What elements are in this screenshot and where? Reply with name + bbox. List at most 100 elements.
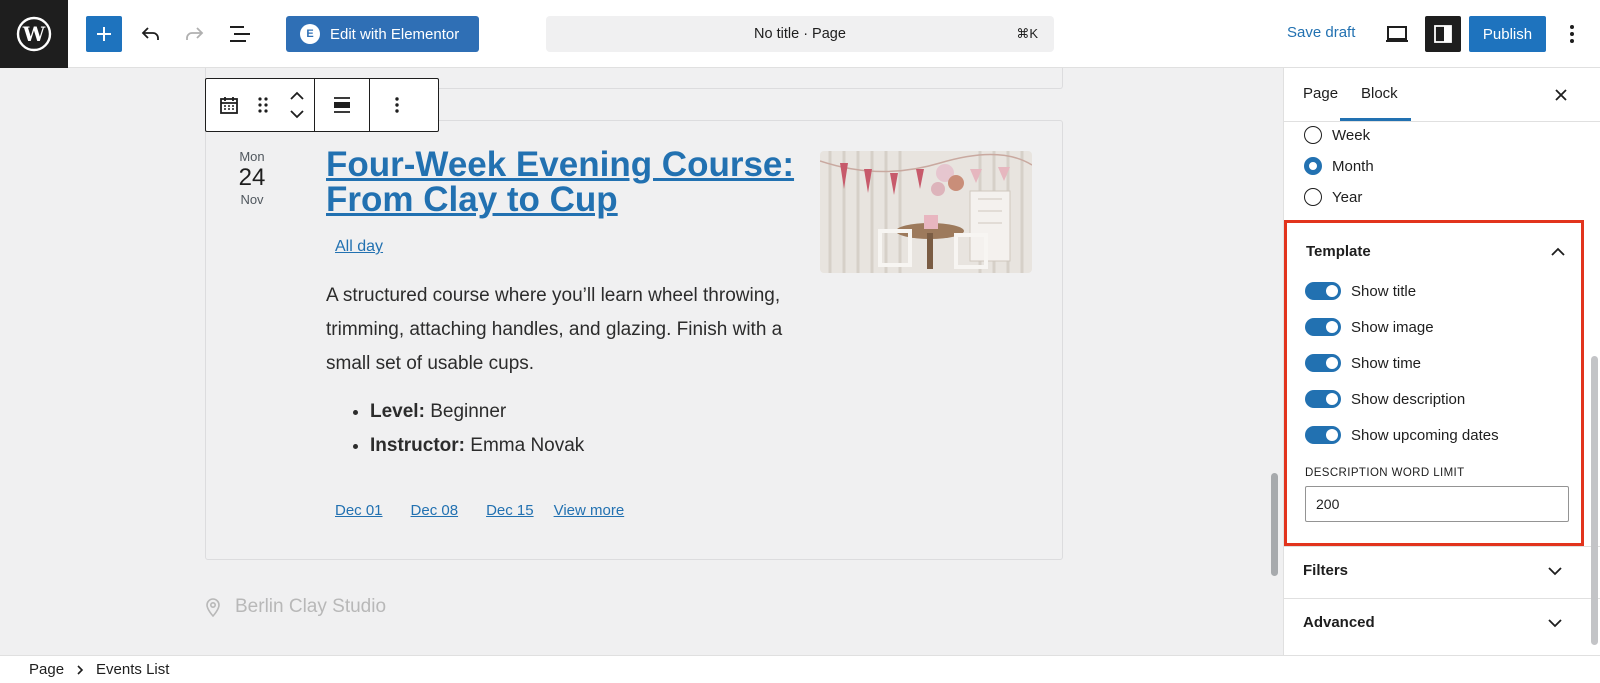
event-description: A structured course where you’ll learn w…	[326, 285, 783, 374]
detail-value: Emma Novak	[465, 435, 585, 456]
toggle-label: Show description	[1351, 390, 1466, 408]
toggle-show-description[interactable]: Show description	[1305, 390, 1465, 408]
event-card[interactable]: Mon 24 Nov Four-Week Evening Course: Fro…	[205, 120, 1063, 560]
breadcrumb-item-page[interactable]: Page	[29, 661, 64, 678]
radio-week[interactable]: Week	[1304, 126, 1370, 144]
block-toolbar	[205, 78, 439, 132]
event-time-link[interactable]: All day	[335, 238, 383, 256]
desktop-preview-icon	[1386, 26, 1408, 42]
radio-label: Month	[1332, 157, 1374, 175]
toggle-label: Show image	[1351, 318, 1434, 336]
event-day-of-week: Mon	[239, 149, 265, 164]
detail-value: Beginner	[424, 401, 507, 422]
word-limit-input[interactable]: 200	[1305, 486, 1569, 522]
sidebar-tabs: Page Block	[1284, 68, 1600, 122]
toggle-switch[interactable]	[1305, 318, 1341, 336]
drag-handle-icon[interactable]	[246, 79, 280, 131]
close-sidebar-button[interactable]	[1547, 81, 1575, 109]
document-title: No title · Page	[754, 26, 846, 42]
move-up-icon[interactable]	[289, 91, 305, 101]
chevron-down-icon[interactable]	[1546, 614, 1564, 632]
detail-label: Instructor:	[370, 435, 465, 456]
settings-sidebar-icon	[1434, 25, 1452, 43]
radio-year[interactable]: Year	[1304, 188, 1362, 206]
toggle-show-title[interactable]: Show title	[1305, 282, 1416, 300]
svg-text:W: W	[22, 22, 46, 46]
template-panel: Template Show title Show image Show time…	[1284, 220, 1584, 546]
editor-top-bar: W E Edit with Elementor No title · Page …	[0, 0, 1600, 68]
toggle-show-upcoming-dates[interactable]: Show upcoming dates	[1305, 426, 1499, 444]
command-palette-bar[interactable]: No title · Page ⌘K	[546, 16, 1054, 52]
preview-button[interactable]	[1379, 16, 1415, 52]
move-controls	[280, 79, 314, 131]
chevron-down-icon[interactable]	[1546, 562, 1564, 580]
more-vertical-icon	[1570, 25, 1574, 43]
undo-icon	[141, 27, 159, 40]
radio-button[interactable]	[1304, 157, 1322, 175]
document-overview-button[interactable]	[222, 16, 258, 52]
add-block-button[interactable]	[86, 16, 122, 52]
location-pin-icon	[206, 598, 220, 617]
view-more-link[interactable]: View more	[554, 502, 625, 519]
radio-month[interactable]: Month	[1304, 157, 1374, 175]
event-day: 24	[238, 164, 266, 191]
event-location-label: Berlin Clay Studio	[235, 596, 387, 617]
word-limit-label: DESCRIPTION WORD LIMIT	[1305, 467, 1465, 479]
toggle-switch[interactable]	[1305, 282, 1341, 300]
upcoming-date-link[interactable]: Dec 01	[335, 502, 383, 519]
publish-button[interactable]: Publish	[1469, 16, 1546, 52]
redo-button[interactable]	[176, 16, 212, 52]
radio-button[interactable]	[1304, 188, 1322, 206]
edit-with-elementor-label: Edit with Elementor	[330, 25, 460, 43]
edit-with-elementor-button[interactable]: E Edit with Elementor	[286, 16, 479, 52]
toggle-switch[interactable]	[1305, 390, 1341, 408]
panel-divider	[1284, 598, 1600, 599]
event-title-link[interactable]: Four-Week Evening Course: From Clay to C…	[326, 147, 806, 217]
canvas-scrollbar[interactable]	[1271, 473, 1278, 576]
tab-page[interactable]: Page	[1303, 85, 1338, 102]
toggle-show-time[interactable]: Show time	[1305, 354, 1421, 372]
event-month: Nov	[240, 192, 264, 207]
toggle-show-image[interactable]: Show image	[1305, 318, 1434, 336]
plus-icon	[97, 27, 111, 41]
chevron-up-icon[interactable]	[1549, 242, 1567, 260]
block-toolbar-group-main	[206, 79, 315, 131]
sidebar-scrollbar[interactable]	[1591, 356, 1598, 645]
event-details-list: Level: Beginner Instructor: Emma Novak	[352, 395, 584, 463]
move-down-icon[interactable]	[289, 109, 305, 119]
event-date: Mon 24 Nov	[226, 149, 278, 207]
breadcrumb-item-events-list[interactable]: Events List	[96, 661, 169, 678]
close-icon	[1555, 89, 1567, 101]
block-toolbar-group-align	[315, 79, 370, 131]
tab-block[interactable]: Block	[1361, 85, 1398, 102]
list-view-icon	[230, 26, 250, 42]
settings-sidebar: Page Block Week Month Year Template Show…	[1283, 68, 1600, 655]
radio-label: Week	[1332, 126, 1371, 144]
toggle-switch[interactable]	[1305, 354, 1341, 372]
block-toolbar-group-options	[370, 79, 424, 131]
radio-label: Year	[1332, 188, 1363, 206]
settings-button[interactable]	[1425, 16, 1461, 52]
upcoming-dates: Dec 01 Dec 08 Dec 15 View more	[335, 502, 624, 519]
upcoming-date-link[interactable]: Dec 15	[486, 502, 534, 519]
elementor-icon: E	[300, 24, 320, 44]
radio-button[interactable]	[1304, 126, 1322, 144]
template-panel-title[interactable]: Template	[1306, 243, 1371, 260]
advanced-panel-title[interactable]: Advanced	[1303, 614, 1375, 631]
options-icon[interactable]	[380, 79, 414, 131]
active-tab-indicator	[1340, 118, 1411, 121]
calendar-icon[interactable]	[212, 79, 246, 131]
wordpress-logo-icon[interactable]: W	[0, 0, 68, 68]
redo-icon	[186, 27, 204, 40]
event-detail-instructor: Instructor: Emma Novak	[370, 429, 584, 463]
panel-divider	[1284, 546, 1600, 547]
options-button[interactable]	[1556, 16, 1588, 52]
align-icon[interactable]	[325, 79, 359, 131]
save-draft-button[interactable]: Save draft	[1287, 24, 1355, 41]
undo-button[interactable]	[133, 16, 169, 52]
event-image	[820, 151, 1032, 273]
detail-label: Level:	[370, 401, 425, 422]
filters-panel-title[interactable]: Filters	[1303, 562, 1348, 579]
upcoming-date-link[interactable]: Dec 08	[411, 502, 459, 519]
toggle-switch[interactable]	[1305, 426, 1341, 444]
